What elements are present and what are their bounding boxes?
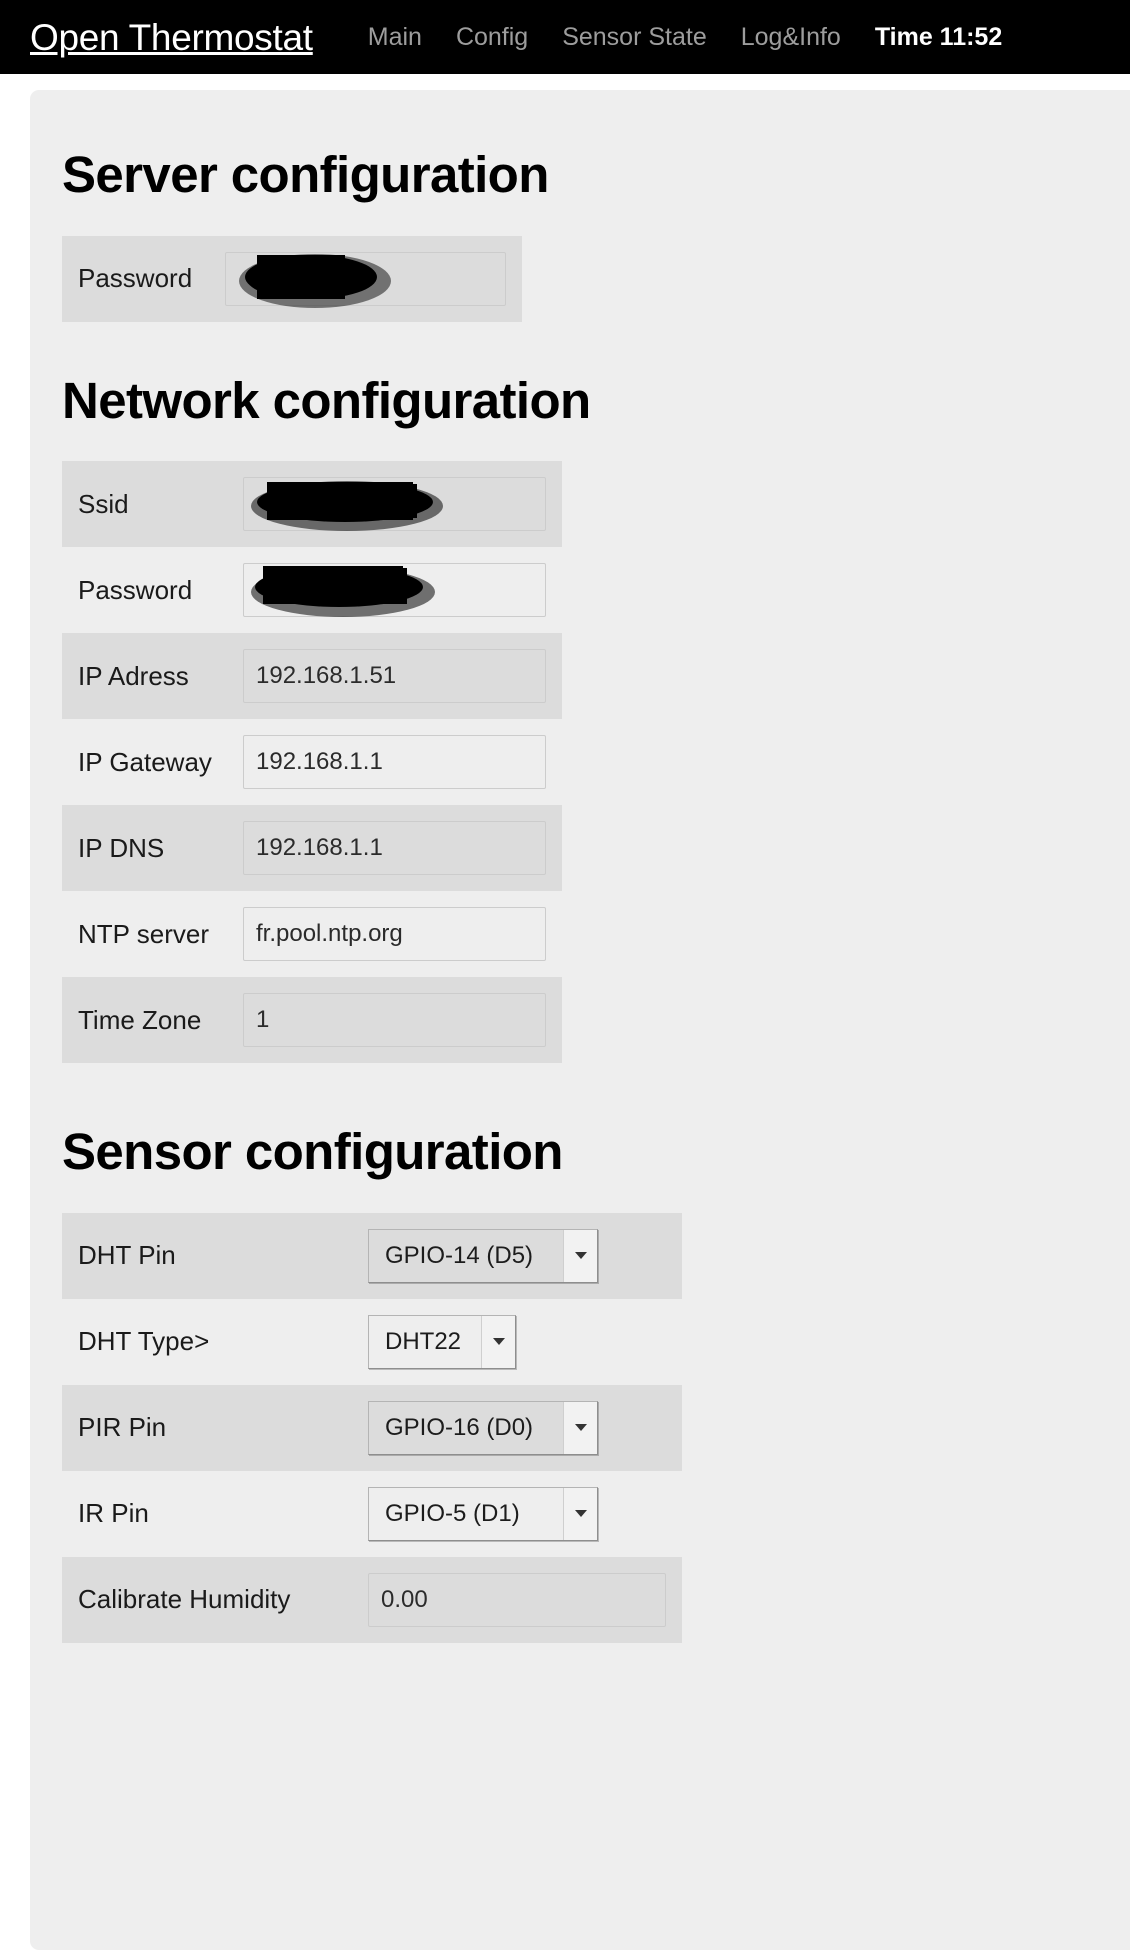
row-label-calibrate-humidity: Calibrate Humidity	[62, 1556, 352, 1643]
row-label-time-zone: Time Zone	[62, 977, 227, 1064]
server-config-table: Password	[62, 235, 522, 322]
main-panel: Server configuration Password Network co…	[30, 90, 1130, 1950]
row-label-ntp-server: NTP server	[78, 918, 209, 949]
table-row: Password	[62, 547, 562, 633]
server-password-input[interactable]	[225, 251, 506, 306]
row-label-ssid: Ssid	[62, 461, 227, 548]
sensor-config-title: Sensor configuration	[62, 1123, 563, 1181]
dht-pin-selected-value: GPIO-14 (D5)	[385, 1241, 534, 1269]
nav-link-time[interactable]: Time 11:52	[858, 24, 1019, 50]
chevron-down-icon[interactable]	[563, 1229, 597, 1282]
row-value-dht-pin: GPIO-14 (D5)	[352, 1212, 682, 1299]
row-value-time-zone	[227, 977, 562, 1064]
row-label-ip-dns: IP DNS	[62, 805, 227, 892]
dht-type-select[interactable]: DHT22	[368, 1314, 516, 1369]
row-label-pir-pin: PIR Pin	[62, 1384, 352, 1471]
calibrate-humidity-input[interactable]	[368, 1572, 666, 1627]
table-row: Calibrate Humidity	[62, 1556, 682, 1643]
server-config-title: Server configuration	[62, 146, 549, 203]
redacted-field-wifi-password	[243, 563, 546, 618]
table-row: Password	[62, 235, 522, 322]
table-row: DHT Pin GPIO-14 (D5)	[62, 1212, 682, 1299]
table-row: Ssid	[62, 461, 562, 548]
sensor-config-table: DHT Pin GPIO-14 (D5) DHT Type> DHT22 PIR…	[62, 1212, 682, 1643]
network-config-title: Network configuration	[62, 371, 591, 429]
row-label-dht-type: DHT Type>	[78, 1326, 210, 1357]
nav-link-main[interactable]: Main	[351, 24, 439, 50]
row-label-dht-pin: DHT Pin	[62, 1212, 352, 1299]
ntp-server-input[interactable]	[243, 907, 546, 962]
ssid-input[interactable]	[243, 477, 546, 532]
table-row: IP DNS	[62, 805, 562, 892]
redacted-field-ssid	[243, 477, 546, 532]
chevron-down-icon[interactable]	[563, 1487, 597, 1540]
pir-pin-selected-value: GPIO-16 (D0)	[385, 1413, 534, 1441]
nav-link-log-info[interactable]: Log&Info	[724, 24, 858, 50]
navbar: Open Thermostat Main Config Sensor State…	[0, 0, 1130, 74]
row-label-ip-gateway: IP Gateway	[78, 746, 212, 777]
navbar-brand[interactable]: Open Thermostat	[30, 19, 313, 56]
row-label-ir-pin: IR Pin	[78, 1498, 149, 1529]
ir-pin-selected-value: GPIO-5 (D1)	[385, 1499, 520, 1527]
row-value-server-password	[209, 235, 522, 322]
table-row: PIR Pin GPIO-16 (D0)	[62, 1384, 682, 1471]
row-value-ir-pin: GPIO-5 (D1)	[352, 1471, 682, 1557]
row-label-wifi-password: Password	[78, 574, 193, 605]
chevron-down-icon[interactable]	[563, 1401, 597, 1454]
table-row: NTP server	[62, 891, 562, 977]
dht-type-selected-value: DHT22	[385, 1327, 462, 1355]
nav-link-config[interactable]: Config	[439, 24, 545, 50]
row-value-ntp-server	[227, 891, 562, 977]
pir-pin-select[interactable]: GPIO-16 (D0)	[368, 1400, 598, 1455]
row-value-ip-gateway	[227, 719, 562, 805]
row-value-dht-type: DHT22	[352, 1299, 682, 1385]
chevron-down-icon[interactable]	[481, 1315, 515, 1368]
row-value-ip-dns	[227, 805, 562, 892]
navbar-links: Main Config Sensor State Log&Info Time 1…	[351, 24, 1019, 50]
table-row: IP Gateway	[62, 719, 562, 805]
nav-link-sensor-state[interactable]: Sensor State	[545, 24, 724, 50]
table-row: IP Adress	[62, 633, 562, 720]
table-row: IR Pin GPIO-5 (D1)	[62, 1471, 682, 1557]
ip-gateway-input[interactable]	[243, 735, 546, 790]
dht-pin-select[interactable]: GPIO-14 (D5)	[368, 1228, 598, 1283]
network-config-table: Ssid Password IP Adress 192.168.1.51 IP …	[62, 461, 562, 1064]
redacted-field-server-password	[225, 251, 506, 308]
ip-dns-input[interactable]	[243, 821, 546, 876]
table-row: DHT Type> DHT22	[62, 1299, 682, 1385]
row-value-ip-address	[227, 633, 562, 720]
ip-address-input[interactable]	[243, 649, 546, 704]
ir-pin-select[interactable]: GPIO-5 (D1)	[368, 1486, 598, 1541]
row-label-server-password: Password	[62, 235, 209, 322]
row-value-ssid	[227, 461, 562, 548]
wifi-password-input[interactable]	[243, 563, 546, 618]
table-row: Time Zone	[62, 977, 562, 1064]
row-value-pir-pin: GPIO-16 (D0)	[352, 1384, 682, 1471]
row-value-wifi-password	[227, 547, 562, 633]
row-value-calibrate-humidity	[352, 1556, 682, 1643]
time-zone-input[interactable]	[243, 993, 546, 1048]
row-label-ip-address: IP Adress	[62, 633, 227, 720]
